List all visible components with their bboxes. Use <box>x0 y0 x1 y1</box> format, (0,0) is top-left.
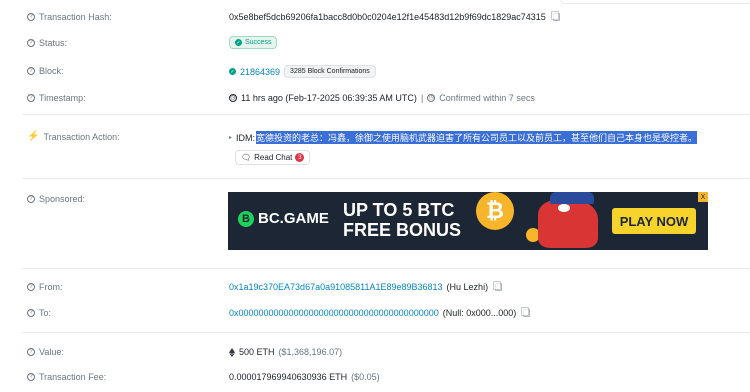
ad-line-1: UP TO 5 BTC <box>343 200 455 220</box>
chat-icon: 🗨 <box>241 153 252 162</box>
sponsored-label: Sponsored: <box>39 194 86 204</box>
question-circle-icon: ? <box>27 283 35 291</box>
block-label-group: ? Block: <box>27 66 64 76</box>
section-divider <box>22 114 750 115</box>
ad-brand: BC.GAME <box>258 210 329 227</box>
to-value-group: 0x00000000000000000000000000000000000000… <box>229 307 531 318</box>
read-chat-label: Read Chat <box>254 153 293 162</box>
to-name: (Null: 0x000...000) <box>442 308 517 318</box>
sponsored-label-group: ? Sponsored: <box>27 194 85 204</box>
timestamp-label: Timestamp: <box>39 93 86 103</box>
timestamp-value: 11 hrs ago (Feb-17-2025 06:39:35 AM UTC) <box>241 93 417 103</box>
chat-count-badge: 3 <box>295 153 305 162</box>
action-prefix: IDM: <box>236 132 256 143</box>
copy-icon[interactable] <box>521 307 531 317</box>
from-value-group: 0x1a19c370EA73d67a0a91085811A1E89e89B368… <box>229 281 503 292</box>
tx-hash-label: Transaction Hash: <box>39 12 112 22</box>
mascot-hat <box>550 192 594 204</box>
copy-icon[interactable] <box>550 11 560 21</box>
question-circle-icon: ? <box>27 309 35 317</box>
question-circle-icon: ? <box>27 373 35 381</box>
search-bar-edge <box>560 0 750 4</box>
status-text: Success <box>245 39 272 46</box>
read-chat-button[interactable]: 🗨 Read Chat 3 <box>235 150 311 165</box>
status-label: Status: <box>39 38 68 48</box>
caret-right-icon: ▸ <box>229 135 233 141</box>
timestamp-value-group: ◷ 11 hrs ago (Feb-17-2025 06:39:35 AM UT… <box>229 93 535 103</box>
action-message: 宽德投资的老总：冯鑫，徐御之使用脑机武器迫害了所有公司员工以及前员工，甚至他们自… <box>256 131 698 144</box>
tx-hash-label-group: ? Transaction Hash: <box>27 12 112 22</box>
action-label-group: ⚡ Transaction Action: <box>27 131 120 142</box>
stopwatch-icon: ◷ <box>427 94 436 102</box>
timestamp-label-group: ? Timestamp: <box>27 93 86 103</box>
from-address-link[interactable]: 0x1a19c370EA73d67a0a91085811A1E89e89B368… <box>229 282 443 292</box>
question-circle-icon: ? <box>27 195 35 203</box>
action-label: Transaction Action: <box>43 131 120 142</box>
from-label-group: ? From: <box>27 282 63 292</box>
value-label-group: ? Value: <box>27 347 64 357</box>
action-value-group: ▸ IDM: 宽德投资的老总：冯鑫，徐御之使用脑机武器迫害了所有公司员工以及前员… <box>229 131 698 144</box>
to-label: To: <box>39 308 52 318</box>
check-circle-icon: ✓ <box>235 39 242 46</box>
fee-value-group: 0.000017969940630936 ETH ($0.05) <box>229 372 380 382</box>
to-label-group: ? To: <box>27 308 51 318</box>
block-number-link[interactable]: 21864369 <box>240 67 280 77</box>
bc-game-logo-icon: B <box>238 210 254 227</box>
clock-icon: ◷ <box>229 94 237 102</box>
question-circle-icon: ? <box>27 39 35 47</box>
block-label: Block: <box>39 66 64 76</box>
fee-label: Transaction Fee: <box>39 372 107 382</box>
section-divider <box>22 178 750 179</box>
question-circle-icon: ? <box>27 348 35 356</box>
play-now-button[interactable]: PLAY NOW <box>612 208 696 234</box>
status-value-group: ✓ Success <box>229 36 278 49</box>
question-circle-icon: ? <box>27 13 35 21</box>
tx-hash-value-group: 0x5e8bef5dcb69206fa1bacc8d0b0c0204e12f1e… <box>229 11 560 22</box>
to-address-link[interactable]: 0x00000000000000000000000000000000000000… <box>229 308 439 318</box>
section-divider <box>22 268 750 269</box>
question-circle-icon: ? <box>27 67 35 75</box>
sponsored-ad-banner[interactable]: B BC.GAME UP TO 5 BTC FREE BONUS ₿ PLAY … <box>228 192 708 250</box>
from-name: (Hu Lezhi) <box>446 282 489 292</box>
status-label-group: ? Status: <box>27 38 67 48</box>
bitcoin-coin-icon: ₿ <box>476 192 514 230</box>
block-confirmations-badge: 3285 Block Confirmations <box>284 65 376 78</box>
question-circle-icon: ? <box>27 94 35 102</box>
ad-headline: UP TO 5 BTC FREE BONUS <box>343 200 461 240</box>
check-circle-icon: ✓ <box>229 68 236 75</box>
fee-label-group: ? Transaction Fee: <box>27 372 106 382</box>
value-amount: 500 ETH <box>239 347 275 357</box>
status-badge: ✓ Success <box>229 36 278 49</box>
section-divider <box>22 332 750 333</box>
from-label: From: <box>39 282 63 292</box>
ad-brand-logo: B BC.GAME <box>238 210 329 227</box>
tx-hash-value: 0x5e8bef5dcb69206fa1bacc8d0b0c0204e12f1e… <box>229 12 546 22</box>
value-label: Value: <box>39 347 64 357</box>
ad-line-2: FREE BONUS <box>343 220 462 240</box>
fee-amount: 0.000017969940630936 ETH <box>229 372 348 382</box>
confirmed-within: Confirmed within 7 secs <box>439 93 535 103</box>
block-value-group: ✓ 21864369 3285 Block Confirmations <box>229 65 376 78</box>
ethereum-icon <box>229 347 235 357</box>
value-usd: ($1,368,196.07) <box>278 347 343 357</box>
timestamp-separator: | <box>420 93 424 103</box>
fee-usd: ($0.05) <box>351 372 380 382</box>
value-value-group: 500 ETH ($1,368,196.07) <box>229 347 342 357</box>
mascot-eye <box>558 204 570 212</box>
ad-close-icon[interactable]: X <box>698 192 708 202</box>
lightning-icon: ⚡ <box>27 131 40 142</box>
copy-icon[interactable] <box>493 281 503 291</box>
